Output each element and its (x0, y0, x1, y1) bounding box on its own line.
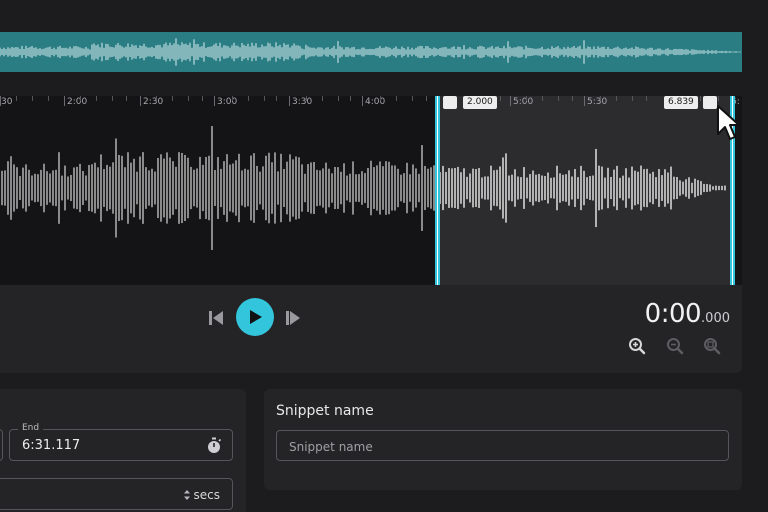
timeline-ruler: :30 2:00 2:30 3:00 3:30 4:00 5:00 5:30 6… (0, 96, 742, 110)
snippet-title: Snippet name (276, 403, 374, 419)
zoom-in-icon[interactable] (628, 337, 646, 355)
tick-label: 2:30 (143, 97, 164, 107)
snippet-name-input[interactable]: Snippet name (276, 430, 729, 461)
range-card: End 6:31.117 secs (0, 389, 246, 512)
zoom-out-icon[interactable] (666, 337, 684, 355)
waveform-editor[interactable]: :30 2:00 2:30 3:00 3:30 4:00 5:00 5:30 6… (0, 96, 742, 285)
time-main: 0:00 (644, 299, 702, 329)
selection-start-handle[interactable] (435, 96, 440, 285)
selection-start-grip[interactable] (443, 96, 457, 109)
tick-label: 5:30 (587, 97, 608, 107)
waveform-graphic (1, 126, 726, 250)
end-value: 6:31.117 (22, 438, 81, 453)
stopwatch-icon[interactable] (206, 437, 222, 454)
tick-label: 5:00 (513, 97, 534, 107)
play-button[interactable] (236, 298, 274, 336)
tick-label: 2:00 (67, 97, 88, 107)
skip-next-button[interactable] (282, 307, 304, 329)
end-label: End (18, 423, 44, 433)
selection-start-badge: 2.000 (463, 96, 497, 109)
selection-end-grip[interactable] (703, 96, 717, 109)
skip-previous-button[interactable] (205, 307, 227, 329)
skip-next-icon (286, 311, 300, 325)
snippet-card: Snippet name Snippet name (264, 389, 742, 490)
time-milliseconds: .000 (701, 311, 730, 326)
skip-previous-icon (209, 311, 223, 325)
transport-bar: 0:00.000 (0, 285, 742, 373)
play-icon (250, 310, 262, 324)
snippet-name-placeholder: Snippet name (289, 440, 373, 454)
duration-field[interactable]: secs (0, 478, 233, 510)
tick-label: 3:30 (292, 97, 313, 107)
overview-waveform-graphic (0, 38, 741, 66)
duration-unit: secs (193, 488, 220, 502)
tick-label: :30 (0, 97, 13, 107)
tick-label: 3:00 (217, 97, 238, 107)
zoom-fit-icon[interactable] (703, 337, 721, 355)
playback-time: 0:00.000 (645, 299, 730, 329)
overview-waveform[interactable] (0, 32, 742, 72)
end-field[interactable]: End 6:31.117 (9, 423, 233, 461)
selection-end-badge: 6.839 (664, 96, 698, 109)
tick-label: 4:00 (365, 97, 386, 107)
start-field[interactable] (0, 429, 3, 461)
mouse-pointer-icon (717, 105, 740, 140)
spinner-arrows-icon[interactable] (183, 489, 191, 501)
